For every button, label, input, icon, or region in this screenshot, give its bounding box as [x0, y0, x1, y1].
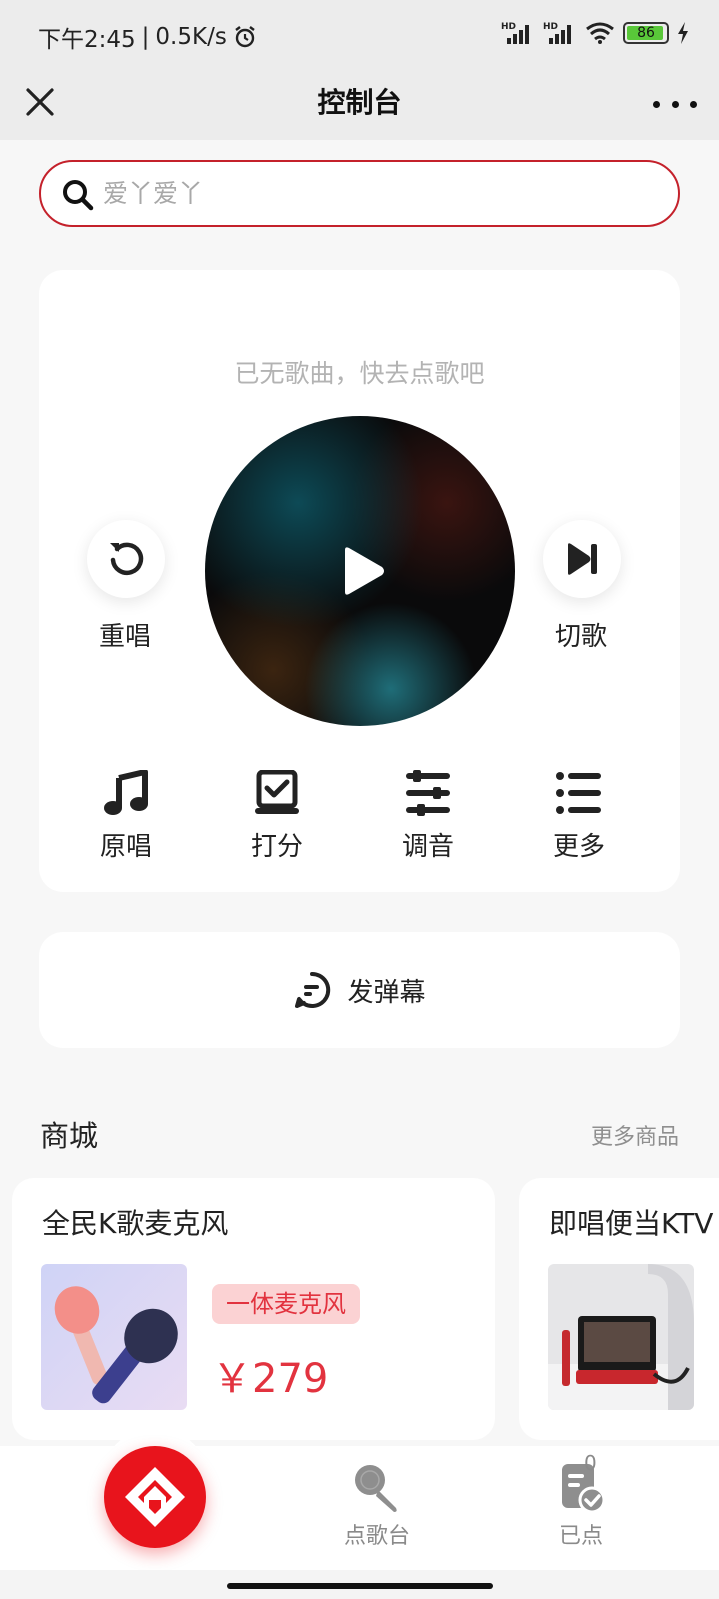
replay-button[interactable]	[87, 520, 165, 598]
skip-next-icon	[568, 543, 597, 575]
album-disc[interactable]	[205, 416, 515, 726]
alarm-icon	[235, 26, 255, 48]
product-price: ￥279	[212, 1356, 329, 1402]
function-original-vocal[interactable]: 原唱	[66, 769, 186, 863]
send-danmu-button[interactable]: 发弹幕	[39, 932, 680, 1048]
music-note-icon	[104, 769, 148, 815]
battery-level: 86	[637, 25, 655, 41]
signal-hd-icon: HD	[501, 22, 529, 44]
svg-text:HD: HD	[543, 22, 558, 32]
wifi-icon	[586, 22, 614, 44]
status-right: HD HD 86	[501, 20, 689, 46]
shop-section-title: 商城	[40, 1119, 99, 1153]
microphone-icon	[355, 1465, 397, 1512]
product-name: 全民K歌麦克风	[42, 1207, 229, 1240]
status-network-speed: 0.5K/s	[155, 24, 227, 50]
tab-requested[interactable]: 已点	[526, 1462, 636, 1550]
list-icon	[556, 772, 601, 814]
home-button[interactable]	[104, 1446, 206, 1548]
function-tuning[interactable]: 调音	[368, 770, 488, 863]
function-label: 打分	[250, 832, 303, 862]
app-logo-icon	[125, 1467, 185, 1527]
product-image-microphone	[41, 1264, 187, 1410]
status-divider: |	[141, 24, 150, 50]
empty-playlist-text: 已无歌曲，快去点歌吧	[234, 359, 485, 388]
svg-text:HD: HD	[501, 22, 516, 32]
product-name: 即唱便当KTV	[549, 1207, 714, 1240]
product-card[interactable]: 全民K歌麦克风 一体麦克风 ￥279	[12, 1178, 495, 1440]
status-bar: 下午2:45 | 0.5K/s HD HD 86	[0, 0, 719, 70]
chat-bubble-icon	[295, 971, 331, 1008]
play-icon[interactable]	[335, 544, 389, 598]
checklist-icon	[562, 1464, 606, 1514]
score-icon	[255, 769, 299, 814]
product-image-ktv	[548, 1264, 694, 1410]
tab-label: 已点	[558, 1524, 603, 1549]
function-more[interactable]: 更多	[519, 770, 639, 863]
charging-icon	[678, 22, 688, 44]
nav-bar: 控制台	[0, 70, 719, 140]
next-song-button[interactable]	[543, 520, 621, 598]
send-danmu-label: 发弹幕	[347, 977, 426, 1008]
page-title: 控制台	[317, 86, 402, 119]
search-placeholder: 爱丫爱丫	[103, 179, 204, 208]
more-products-link[interactable]: 更多商品	[591, 1119, 679, 1151]
replay-icon	[110, 542, 144, 576]
function-score[interactable]: 打分	[217, 769, 337, 863]
tab-song-request[interactable]: 点歌台	[322, 1462, 432, 1550]
tuning-icon	[406, 770, 450, 816]
more-dot	[690, 100, 697, 108]
product-card[interactable]: 即唱便当KTV	[519, 1178, 719, 1440]
search-icon	[63, 180, 94, 211]
function-label: 原唱	[99, 832, 152, 862]
tab-label: 点歌台	[343, 1524, 410, 1549]
function-label: 更多	[552, 832, 605, 862]
status-time: 下午2:45	[38, 27, 136, 53]
player-control-card: 已无歌曲，快去点歌吧 重唱 切歌 原唱 打分 调音 更多	[39, 270, 680, 892]
replay-label: 重唱	[98, 622, 151, 652]
more-dot	[671, 100, 679, 108]
battery-icon: 86	[623, 22, 669, 44]
home-indicator[interactable]	[227, 1583, 493, 1589]
function-label: 调音	[401, 832, 454, 862]
product-tag: 一体麦克风	[212, 1284, 360, 1324]
search-input[interactable]: 爱丫爱丫	[39, 160, 680, 227]
more-dot	[653, 100, 660, 108]
next-song-label: 切歌	[554, 622, 607, 652]
more-options-button[interactable]	[653, 84, 697, 124]
status-left: 下午2:45 | 0.5K/s	[38, 20, 257, 54]
signal-hd-icon-2: HD	[543, 22, 571, 44]
requested-count-badge: 0	[584, 1451, 597, 1475]
